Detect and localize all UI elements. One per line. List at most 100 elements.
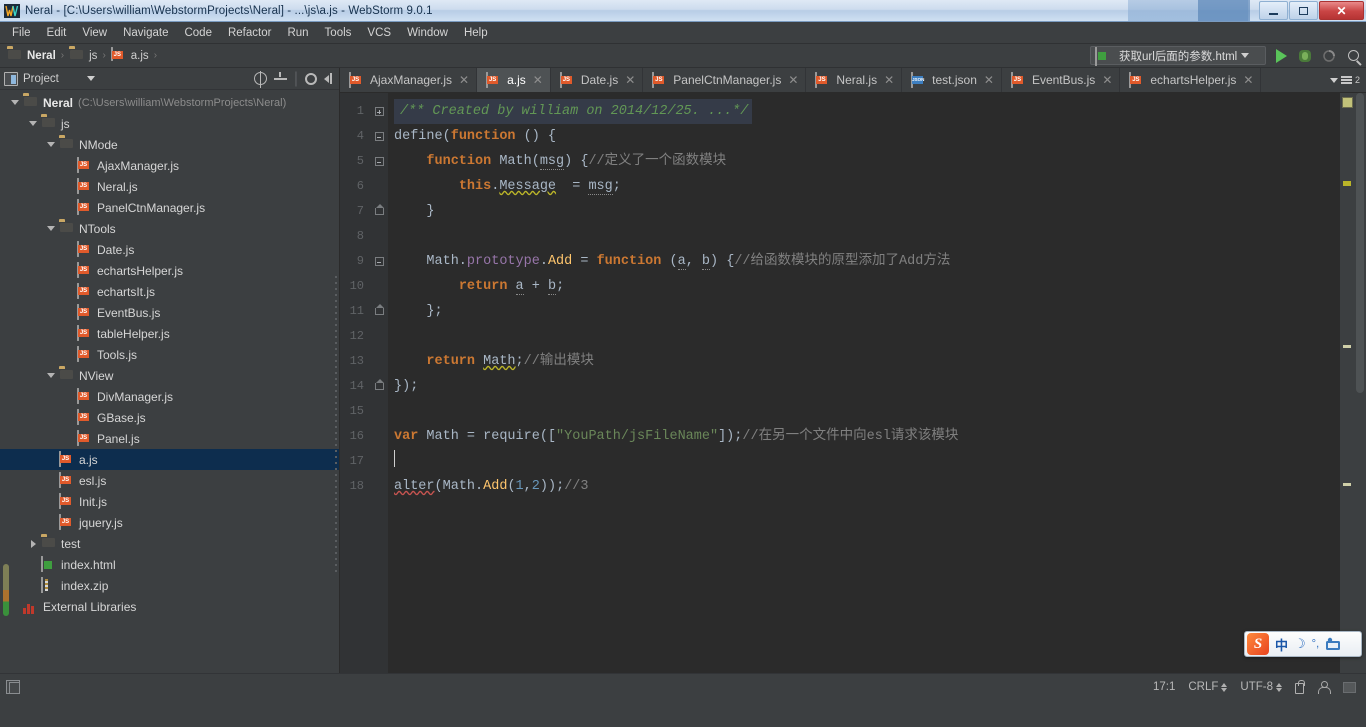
tree-twisty[interactable]	[62, 285, 76, 299]
close-icon[interactable]: ✕	[884, 73, 894, 87]
tree-twisty[interactable]	[44, 474, 58, 488]
ime-mode-label[interactable]: 中	[1275, 635, 1288, 654]
menu-tools[interactable]: Tools	[317, 25, 360, 41]
tree-twisty[interactable]	[8, 600, 22, 614]
menu-code[interactable]: Code	[176, 25, 220, 41]
warning-marker[interactable]	[1343, 183, 1351, 186]
close-button[interactable]: ✕	[1319, 1, 1364, 20]
menu-edit[interactable]: Edit	[39, 25, 75, 41]
file-encoding[interactable]: UTF-8	[1240, 681, 1282, 693]
chevron-down-icon[interactable]	[1241, 53, 1250, 58]
editor-tab-eventbus-js[interactable]: EventBus.js ✕	[1002, 68, 1121, 92]
tree-twisty[interactable]	[44, 369, 58, 383]
locate-icon[interactable]	[253, 71, 267, 88]
tree-item-jquery-js[interactable]: jquery.js	[0, 512, 339, 533]
run-configuration-selector[interactable]: 获取url后面的参数.html	[1090, 46, 1266, 66]
tree-item-test[interactable]: test	[0, 533, 339, 554]
breadcrumb-item-ajs[interactable]: a.js	[110, 47, 149, 63]
chevron-down-icon[interactable]	[1329, 77, 1338, 83]
error-marker-gutter[interactable]	[1340, 93, 1354, 673]
tree-item-nmode[interactable]: NMode	[0, 134, 339, 155]
project-tree[interactable]: Neral (C:\Users\william\WebstormProjects\…	[0, 90, 339, 673]
tree-twisty[interactable]	[44, 453, 58, 467]
tree-twisty[interactable]	[62, 327, 76, 341]
close-icon[interactable]: ✕	[788, 73, 798, 87]
fold-marker-plus[interactable]	[370, 99, 388, 124]
editor-tab-panelctnmanager-js[interactable]: PanelCtnManager.js ✕	[643, 68, 807, 92]
tree-twisty[interactable]	[62, 159, 76, 173]
close-icon[interactable]: ✕	[533, 73, 543, 87]
tree-twisty[interactable]	[62, 243, 76, 257]
tree-item-ajaxmanager-js[interactable]: AjaxManager.js	[0, 155, 339, 176]
chevron-down-icon[interactable]	[86, 76, 95, 81]
tree-item-external-libraries[interactable]: External Libraries	[0, 596, 339, 617]
warning-marker[interactable]	[1343, 483, 1351, 486]
person-icon[interactable]	[1317, 680, 1331, 694]
tree-item-nview[interactable]: NView	[0, 365, 339, 386]
menu-view[interactable]: View	[74, 25, 115, 41]
sogou-logo-icon[interactable]: S	[1247, 633, 1269, 655]
fold-marker-end[interactable]	[370, 199, 388, 224]
menu-window[interactable]: Window	[399, 25, 456, 41]
close-icon[interactable]: ✕	[1102, 73, 1112, 87]
tree-item-ntools[interactable]: NTools	[0, 218, 339, 239]
editor-tab-date-js[interactable]: Date.js ✕	[551, 68, 644, 92]
tree-twisty[interactable]	[62, 432, 76, 446]
tree-twisty[interactable]	[44, 138, 58, 152]
minimize-button[interactable]	[1259, 1, 1288, 20]
moon-icon[interactable]: ☽	[1294, 636, 1306, 652]
tree-item-divmanager-js[interactable]: DivManager.js	[0, 386, 339, 407]
fold-marker-minus[interactable]	[370, 249, 388, 274]
tree-item-eventbus-js[interactable]: EventBus.js	[0, 302, 339, 323]
punctuation-icon[interactable]: °,	[1312, 638, 1319, 650]
editor-tab-echartshelper-js[interactable]: echartsHelper.js ✕	[1120, 68, 1262, 92]
tree-twisty[interactable]	[62, 390, 76, 404]
line-separator[interactable]: CRLF	[1188, 681, 1228, 693]
breadcrumb-item-neral[interactable]: Neral	[7, 48, 56, 63]
tree-item-panelctnmanager-js[interactable]: PanelCtnManager.js	[0, 197, 339, 218]
tree-item-echartshelper-js[interactable]: echartsHelper.js	[0, 260, 339, 281]
tree-twisty[interactable]	[44, 222, 58, 236]
memory-block-icon[interactable]	[1343, 681, 1356, 693]
fold-marker-end[interactable]	[370, 374, 388, 399]
tree-item-panel-js[interactable]: Panel.js	[0, 428, 339, 449]
tree-twisty[interactable]	[62, 180, 76, 194]
tree-twisty[interactable]	[26, 117, 40, 131]
tree-twisty[interactable]	[8, 96, 22, 110]
tree-item-index-html[interactable]: index.html	[0, 554, 339, 575]
editor-tab-neral-js[interactable]: Neral.js ✕	[806, 68, 903, 92]
tree-twisty[interactable]	[62, 411, 76, 425]
inspection-status-marker[interactable]	[1342, 97, 1353, 108]
fold-marker-minus[interactable]	[370, 124, 388, 149]
tree-twisty[interactable]	[26, 558, 40, 572]
code-content[interactable]: /** Created by william on 2014/12/25. ..…	[388, 93, 1340, 673]
menu-file[interactable]: File	[4, 25, 39, 41]
tree-item-esl-js[interactable]: esl.js	[0, 470, 339, 491]
keyboard-icon[interactable]	[1325, 637, 1341, 651]
close-icon[interactable]: ✕	[459, 73, 469, 87]
menu-run[interactable]: Run	[279, 25, 316, 41]
restore-button[interactable]	[1289, 1, 1318, 20]
editor-tab-ajaxmanager-js[interactable]: AjaxManager.js ✕	[340, 68, 478, 92]
tree-item-neral-js[interactable]: Neral.js	[0, 176, 339, 197]
close-icon[interactable]: ✕	[984, 73, 994, 87]
tree-twisty[interactable]	[44, 516, 58, 530]
tree-item-init-js[interactable]: Init.js	[0, 491, 339, 512]
menu-vcs[interactable]: VCS	[359, 25, 399, 41]
editor-tab-a-js[interactable]: a.js ✕	[477, 68, 551, 92]
caret-position[interactable]: 17:1	[1153, 681, 1175, 693]
tab-list-icon[interactable]	[1340, 76, 1352, 84]
tree-item-neral[interactable]: Neral (C:\Users\william\WebstormProjects\…	[0, 92, 339, 113]
debug-icon[interactable]	[1296, 47, 1314, 65]
menu-help[interactable]: Help	[456, 25, 496, 41]
tree-twisty[interactable]	[62, 264, 76, 278]
tree-twisty[interactable]	[44, 495, 58, 509]
code-folding-gutter[interactable]	[370, 93, 388, 673]
tree-twisty[interactable]	[62, 306, 76, 320]
folded-docblock[interactable]: /** Created by william on 2014/12/25. ..…	[394, 99, 753, 124]
toggle-panels-icon[interactable]	[6, 680, 20, 694]
tree-item-tablehelper-js[interactable]: tableHelper.js	[0, 323, 339, 344]
lock-icon[interactable]	[1295, 679, 1305, 694]
gear-icon[interactable]	[305, 72, 317, 85]
menu-refactor[interactable]: Refactor	[220, 25, 279, 41]
